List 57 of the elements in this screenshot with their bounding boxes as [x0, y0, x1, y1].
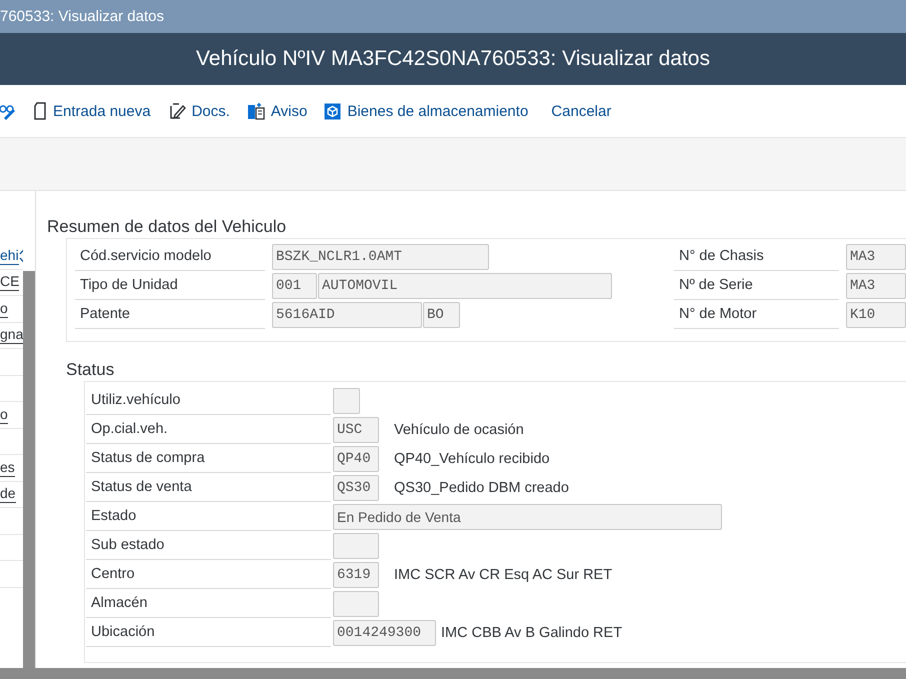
input-field: 0014249300: [333, 620, 436, 646]
input-field: [333, 532, 379, 558]
input-field[interactable]: o: [0, 300, 8, 318]
toolbar-button[interactable]: Cancelar: [551, 97, 612, 125]
select-field[interactable]: ehi: [0, 246, 19, 265]
input-field[interactable]: o: [0, 406, 8, 424]
window-title: 760533: Visualizar datos: [0, 8, 164, 25]
input-field: [333, 590, 379, 616]
input-field: BSZK_NCLR1.0AMT: [272, 244, 489, 270]
notice-board-icon: [246, 102, 265, 120]
toolbar-button[interactable]: Docs.: [168, 97, 230, 125]
input-field: QP40: [333, 446, 379, 472]
field-label: Op.cial.veh.: [86, 415, 331, 444]
document-icon: [33, 102, 47, 120]
field-label: Utiliz.vehículo: [86, 386, 331, 415]
input-field: MA3: [846, 244, 906, 270]
input-field: AUTOMOVIL: [318, 272, 612, 298]
field-label: N° de Motor: [674, 300, 839, 329]
box-icon: [324, 102, 342, 120]
field-label: Sub estado: [86, 531, 331, 560]
input-field[interactable]: de: [0, 485, 16, 504]
field-label: Cód.servicio modelo: [75, 242, 265, 271]
field-description: Vehículo de ocasión: [394, 422, 524, 438]
input-field: [333, 388, 360, 414]
field-label: Nº de Serie: [674, 271, 839, 300]
input-field: 6319: [333, 562, 379, 588]
page-title: Vehículo NºIV MA3FC42S0NA760533: Visualizar datos: [196, 47, 710, 71]
field-label: Ubicación: [86, 618, 331, 647]
input-field[interactable]: es: [0, 458, 15, 477]
field-label: Patente: [75, 300, 265, 329]
input-field: MA3: [846, 272, 906, 298]
field-label: N° de Chasis: [674, 242, 839, 271]
pencil-document-icon: [168, 102, 186, 120]
section-title: Status: [66, 359, 116, 381]
section-title: Resumen de datos del Vehiculo: [47, 217, 288, 237]
field-label: Estado: [86, 502, 331, 531]
input-field: 5616AID: [272, 302, 422, 328]
input-field[interactable]: CE: [0, 273, 20, 292]
field-label: Tipo de Unidad: [75, 271, 265, 300]
input-field: K10: [846, 302, 906, 328]
field-label: Status de venta: [86, 473, 331, 502]
field-description: IMC SCR Av CR Esq AC Sur RET: [394, 566, 612, 582]
input-field: BO: [423, 302, 460, 328]
field-label: Almacén: [86, 589, 331, 618]
field-description: QP40_Vehículo recibido: [394, 450, 550, 466]
input-field: En Pedido de Venta: [333, 504, 722, 530]
input-field: 001: [272, 272, 317, 298]
input-field: USC: [333, 416, 379, 442]
field-description: IMC CBB Av B Galindo RET: [441, 624, 622, 640]
field-label: Centro: [86, 560, 331, 589]
toolbar-button[interactable]: Bienes de almacenamiento: [324, 97, 528, 125]
toolbar-button[interactable]: Entrada nueva: [33, 97, 151, 125]
toolbar-button[interactable]: Aviso: [246, 97, 308, 125]
scrollbar[interactable]: [23, 271, 35, 668]
field-label: Status de compra: [86, 444, 331, 473]
input-field: QS30: [333, 474, 379, 500]
field-description: QS30_Pedido DBM creado: [394, 480, 569, 496]
